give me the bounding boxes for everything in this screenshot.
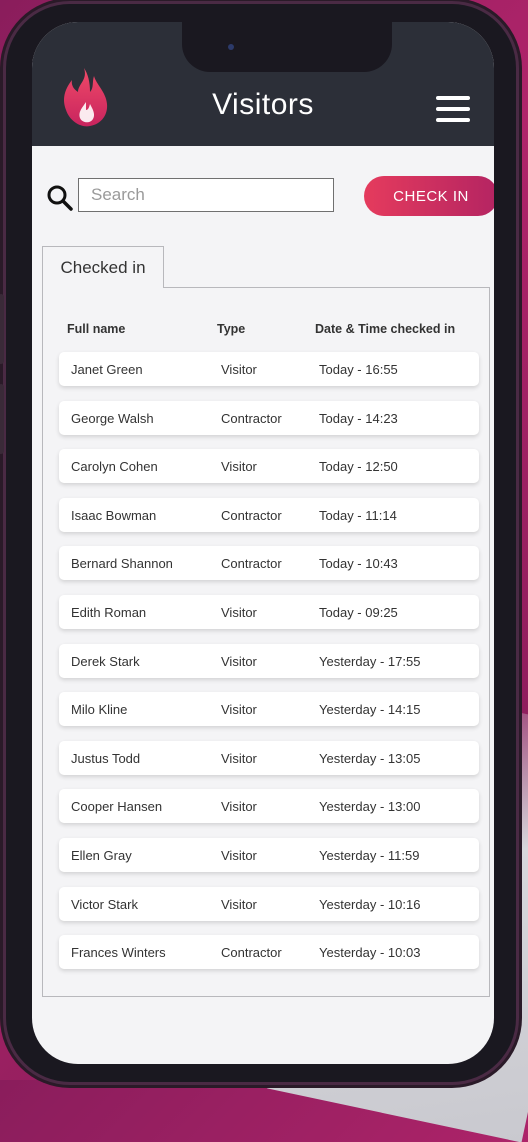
- search-icon[interactable]: [46, 184, 74, 212]
- visitor-name: Bernard Shannon: [71, 556, 173, 572]
- search-bar: CHECK IN: [32, 176, 494, 220]
- table-row[interactable]: Isaac Bowman Contractor Today - 11:14: [59, 497, 479, 532]
- phone-frame: Visitors CHECK IN Checked in Full name T…: [0, 4, 516, 1082]
- visitor-type: Visitor: [221, 847, 257, 863]
- visitor-type: Contractor: [221, 945, 282, 961]
- volume-up-button: [0, 294, 4, 364]
- visitor-type: Visitor: [221, 799, 257, 815]
- visitor-type: Visitor: [221, 702, 257, 718]
- tab-checked-in[interactable]: Checked in: [42, 246, 164, 288]
- check-in-time: Yesterday - 11:59: [319, 847, 420, 863]
- check-in-button[interactable]: CHECK IN: [364, 176, 494, 216]
- visitor-name: Derek Stark: [71, 653, 140, 669]
- table-row[interactable]: Victor Stark Visitor Yesterday - 10:16: [59, 886, 479, 921]
- visitor-type: Contractor: [221, 507, 282, 523]
- visitor-type: Visitor: [221, 362, 257, 377]
- table-row[interactable]: Justus Todd Visitor Yesterday - 13:05: [59, 740, 479, 775]
- visitor-name: Carolyn Cohen: [71, 459, 158, 475]
- visitor-name: Frances Winters: [71, 945, 166, 961]
- hamburger-menu-icon[interactable]: [436, 96, 470, 122]
- visitor-type: Visitor: [221, 459, 257, 475]
- volume-down-button: [0, 384, 4, 454]
- visitor-type: Contractor: [221, 556, 282, 572]
- visitor-name: Milo Kline: [71, 702, 128, 718]
- visitor-rows: Janet Green Visitor Today - 16:55 George W…: [59, 352, 479, 984]
- search-input[interactable]: [78, 178, 334, 212]
- table-row[interactable]: George Walsh Contractor Today - 14:23: [59, 400, 479, 435]
- table-row[interactable]: Janet Green Visitor Today - 16:55: [59, 352, 479, 386]
- column-header-date-time: Date & Time checked in: [315, 322, 456, 336]
- check-in-time: Yesterday - 13:00: [319, 799, 421, 815]
- check-in-time: Yesterday - 17:55: [319, 653, 421, 669]
- check-in-time: Today - 14:23: [319, 410, 398, 426]
- check-in-time: Yesterday - 10:03: [319, 945, 421, 961]
- page-title: Visitors: [212, 88, 314, 121]
- front-camera: [228, 44, 234, 50]
- table-row[interactable]: Ellen Gray Visitor Yesterday - 11:59: [59, 837, 479, 872]
- table-row[interactable]: Frances Winters Contractor Yesterday - 10:…: [59, 935, 479, 970]
- table-row[interactable]: Carolyn Cohen Visitor Today - 12:50: [59, 449, 479, 484]
- visitor-name: Ellen Gray: [71, 847, 132, 863]
- check-in-time: Today - 09:25: [319, 604, 398, 620]
- check-in-time: Today - 12:50: [319, 459, 398, 475]
- table-row[interactable]: Edith Roman Visitor Today - 09:25: [59, 594, 479, 629]
- visitor-list-panel: Full name Type Date & Time checked in Ja…: [42, 287, 490, 997]
- check-in-time: Yesterday - 14:15: [319, 702, 421, 718]
- visitor-name: Cooper Hansen: [71, 799, 163, 815]
- check-in-time: Today - 10:43: [319, 556, 398, 572]
- check-in-time: Today - 16:55: [319, 362, 398, 377]
- visitor-name: Victor Stark: [71, 896, 138, 912]
- visitor-name: Isaac Bowman: [71, 507, 157, 523]
- check-in-time: Yesterday - 10:16: [319, 896, 421, 912]
- app-screen: Visitors CHECK IN Checked in Full name T…: [32, 22, 494, 1064]
- notch: [182, 22, 392, 72]
- visitor-type: Visitor: [221, 653, 257, 669]
- visitor-name: Edith Roman: [71, 604, 147, 620]
- table-row[interactable]: Cooper Hansen Visitor Yesterday - 13:00: [59, 789, 479, 824]
- visitor-name: George Walsh: [71, 410, 154, 426]
- table-row[interactable]: Bernard Shannon Contractor Today - 10:43: [59, 546, 479, 581]
- check-in-time: Today - 11:14: [319, 507, 397, 523]
- visitor-type: Visitor: [221, 604, 257, 620]
- check-in-time: Yesterday - 13:05: [319, 750, 421, 766]
- visitor-type: Visitor: [221, 896, 257, 912]
- visitor-type: Visitor: [221, 750, 257, 766]
- visitor-name: Justus Todd: [71, 750, 141, 766]
- column-header-type: Type: [217, 322, 246, 336]
- visitor-type: Contractor: [221, 410, 282, 426]
- table-row[interactable]: Milo Kline Visitor Yesterday - 14:15: [59, 692, 479, 727]
- table-row[interactable]: Derek Stark Visitor Yesterday - 17:55: [59, 643, 479, 678]
- column-header-full-name: Full name: [67, 322, 126, 336]
- visitor-name: Janet Green: [71, 362, 143, 377]
